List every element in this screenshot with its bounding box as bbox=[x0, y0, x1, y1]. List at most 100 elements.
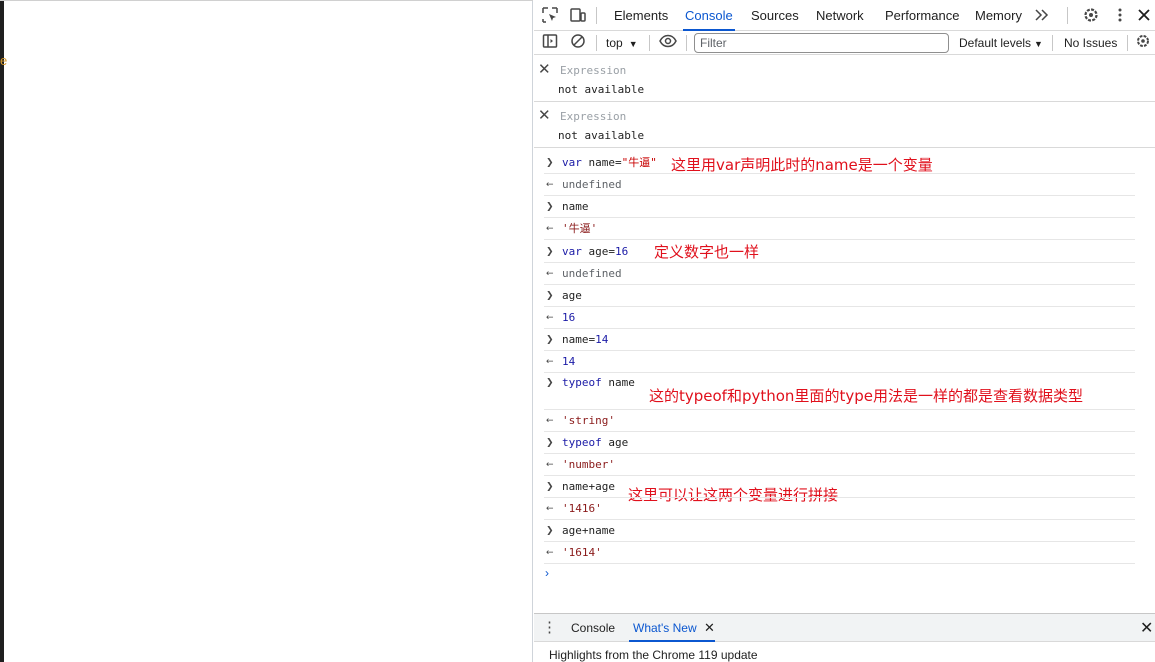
console-output-row[interactable]: ← '1614' bbox=[544, 542, 1135, 564]
live-expression: ✕ Expression not available bbox=[534, 56, 1155, 102]
console-input-row[interactable]: ❯ age bbox=[544, 285, 1135, 307]
tab-elements[interactable]: Elements bbox=[614, 0, 668, 31]
console-row-text: '牛逼' bbox=[562, 218, 597, 240]
close-drawer-icon[interactable]: ✕ bbox=[1140, 618, 1153, 638]
input-chevron-icon: ❯ bbox=[546, 526, 554, 536]
result-arrow-icon: ← bbox=[546, 548, 554, 558]
console-row-text: 16 bbox=[562, 307, 575, 329]
console-input-row[interactable]: ❯ age+name bbox=[544, 520, 1135, 542]
console-output-row[interactable]: ← 16 bbox=[544, 307, 1135, 329]
console-output-row[interactable]: ← 14 bbox=[544, 351, 1135, 373]
console-input-row[interactable]: ❯ typeof age bbox=[544, 432, 1135, 454]
console-row-text: 'number' bbox=[562, 454, 615, 476]
page-viewport: e bbox=[0, 0, 533, 662]
result-arrow-icon: ← bbox=[546, 504, 554, 514]
tab-sources[interactable]: Sources bbox=[751, 0, 799, 31]
live-expression: ✕ Expression not available bbox=[534, 102, 1155, 148]
expression-label[interactable]: Expression bbox=[560, 110, 626, 123]
remove-expression-close-icon[interactable]: ✕ bbox=[538, 60, 551, 78]
code-token: age+name bbox=[562, 524, 615, 537]
tab-network[interactable]: Network bbox=[816, 0, 864, 31]
console-row-text: name=14 bbox=[562, 329, 608, 351]
code-token: 14 bbox=[595, 333, 609, 346]
console-row-text: name+age bbox=[562, 476, 615, 498]
result-arrow-icon: ← bbox=[546, 269, 554, 279]
tabbar-divider bbox=[596, 7, 597, 24]
close-tab-icon[interactable]: ✕ bbox=[704, 614, 715, 642]
remove-expression-close-icon[interactable]: ✕ bbox=[538, 106, 551, 124]
console-input-row[interactable]: ❯ name bbox=[544, 196, 1135, 218]
issues-counter[interactable]: No Issues bbox=[1064, 31, 1117, 55]
console-input-row[interactable]: ❯ name+age bbox=[544, 476, 1135, 498]
code-token: age= bbox=[588, 245, 616, 258]
code-token: '1416' bbox=[562, 502, 602, 515]
console-output-row[interactable]: ← 'string' bbox=[544, 410, 1135, 432]
kebab-menu-icon[interactable] bbox=[1110, 6, 1130, 26]
console-output-row[interactable]: ← '1416' bbox=[544, 498, 1135, 520]
page-edge-glyph: e bbox=[0, 53, 8, 68]
code-token: var bbox=[562, 245, 589, 258]
clear-console-icon[interactable] bbox=[568, 33, 588, 53]
filter-input[interactable] bbox=[694, 33, 949, 53]
console-prompt[interactable]: › bbox=[545, 566, 549, 580]
input-chevron-icon: ❯ bbox=[546, 158, 554, 168]
tab-performance[interactable]: Performance bbox=[885, 0, 959, 31]
console-settings-gear-icon[interactable] bbox=[1133, 33, 1153, 53]
code-token: name bbox=[562, 200, 589, 213]
code-token: name= bbox=[588, 156, 622, 169]
input-chevron-icon: ❯ bbox=[546, 335, 554, 345]
close-icon[interactable] bbox=[1134, 6, 1154, 26]
tab-memory[interactable]: Memory bbox=[975, 0, 1022, 31]
code-token: name bbox=[608, 376, 635, 389]
devtools-tabbar: Elements Console Sources Network Perform… bbox=[534, 0, 1155, 31]
result-arrow-icon: ← bbox=[546, 224, 554, 234]
device-toolbar-icon[interactable] bbox=[568, 6, 588, 26]
log-levels-dropdown[interactable]: Default levels ▼ bbox=[959, 31, 1043, 55]
console-messages: 这里用var声明此时的name是一个变量 定义数字也一样 这的typeof和py… bbox=[534, 148, 1155, 613]
code-token: 'string' bbox=[562, 414, 615, 427]
context-selector[interactable]: top ▼ bbox=[606, 31, 638, 55]
eye-icon[interactable] bbox=[658, 33, 678, 53]
input-chevron-icon: ❯ bbox=[546, 291, 554, 301]
expression-value: not available bbox=[558, 129, 645, 142]
console-input-row[interactable]: ❯ var age=16 bbox=[544, 241, 1135, 263]
code-token: 16 bbox=[615, 245, 629, 258]
console-row-text: name bbox=[562, 196, 589, 218]
expression-label[interactable]: Expression bbox=[560, 64, 626, 77]
toolbar-divider bbox=[649, 35, 650, 51]
console-input-row[interactable]: ❯ name=14 bbox=[544, 329, 1135, 351]
console-output-row[interactable]: ← '牛逼' bbox=[544, 218, 1135, 240]
console-output-row[interactable]: ← undefined bbox=[544, 174, 1135, 196]
code-token: 'number' bbox=[562, 458, 615, 471]
console-row-text: undefined bbox=[562, 263, 622, 285]
code-token: var bbox=[562, 156, 589, 169]
code-token: '1614' bbox=[562, 546, 602, 559]
drawer-tab-whats-new[interactable]: What's New bbox=[629, 614, 715, 642]
console-input-row[interactable]: ❯ var name="牛逼" bbox=[544, 152, 1135, 174]
result-arrow-icon: ← bbox=[546, 416, 554, 426]
gear-icon[interactable] bbox=[1081, 6, 1101, 26]
console-output-row[interactable]: ← undefined bbox=[544, 263, 1135, 285]
code-token: typeof bbox=[562, 376, 609, 389]
code-token: 14 bbox=[562, 355, 576, 368]
tab-console[interactable]: Console bbox=[683, 0, 735, 31]
console-row-text: var name="牛逼" bbox=[562, 152, 657, 174]
inspect-element-icon[interactable] bbox=[540, 6, 560, 26]
result-arrow-icon: ← bbox=[546, 357, 554, 367]
console-output-row[interactable]: ← 'number' bbox=[544, 454, 1135, 476]
chevron-double-right-icon[interactable] bbox=[1032, 6, 1052, 26]
caret-down-icon: ▼ bbox=[1034, 39, 1043, 49]
drawer-tab-console[interactable]: Console bbox=[571, 614, 615, 642]
console-row-text: age bbox=[562, 285, 582, 307]
console-row-text: 14 bbox=[562, 351, 575, 373]
caret-down-icon: ▼ bbox=[628, 39, 638, 49]
code-token: name+age bbox=[562, 480, 615, 493]
sidebar-toggle-icon[interactable] bbox=[540, 33, 560, 53]
console-input-row[interactable]: ❯ typeof name bbox=[544, 372, 1135, 410]
input-chevron-icon: ❯ bbox=[546, 247, 554, 257]
tabbar-divider bbox=[1067, 7, 1068, 24]
devtools-panel: Elements Console Sources Network Perform… bbox=[534, 0, 1155, 662]
drawer-menu-icon[interactable]: ⋮ bbox=[542, 618, 557, 636]
console-row-text: typeof age bbox=[562, 432, 628, 454]
console-row-text: '1416' bbox=[562, 498, 602, 520]
